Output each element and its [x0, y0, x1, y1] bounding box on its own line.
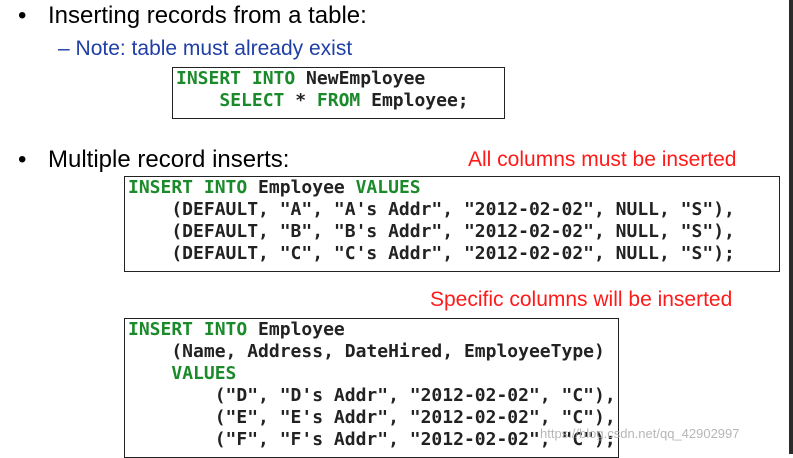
code-line: (DEFAULT, "B", "B's Addr", "2012-02-02",…: [128, 221, 779, 243]
code-line: VALUES: [128, 363, 618, 385]
sql-keyword: INSERT INTO: [128, 319, 248, 340]
code-text: ("E", "E's Addr", "2012-02-02", "C"),: [128, 407, 616, 428]
dash-marker: –: [58, 37, 70, 60]
code-text: ("D", "D's Addr", "2012-02-02", "C"),: [128, 385, 616, 406]
code-text: (DEFAULT, "B", "B's Addr", "2012-02-02",…: [128, 221, 735, 242]
code-text: Employee;: [360, 90, 469, 111]
code-line: (DEFAULT, "C", "C's Addr", "2012-02-02",…: [128, 243, 779, 265]
code-line: (Name, Address, DateHired, EmployeeType): [128, 341, 618, 363]
sql-keyword: INSERT INTO: [128, 177, 248, 198]
code-text: NewEmployee: [295, 68, 426, 89]
sql-keyword: SELECT: [219, 90, 285, 111]
sql-keyword: INSERT INTO: [176, 68, 296, 89]
bullet-multiple-inserts: • Multiple record inserts:: [18, 146, 289, 174]
bullet-marker: •: [18, 2, 27, 29]
bullet-inserting-from-table: • Inserting records from a table:: [18, 2, 367, 30]
code-line: ("D", "D's Addr", "2012-02-02", "C"),: [128, 385, 618, 407]
bullet-text: Inserting records from a table:: [48, 2, 367, 29]
slide-right-edge: [789, 0, 793, 454]
sub-note-table-exists: – Note: table must already exist: [58, 37, 352, 61]
sql-keyword: VALUES: [171, 363, 237, 384]
code-block-values-insert: INSERT INTO Employee VALUES (DEFAULT, "A…: [124, 176, 780, 272]
code-line: INSERT INTO Employee VALUES: [128, 177, 779, 199]
note-specific-columns-text: Specific columns will be inserted: [430, 288, 733, 311]
note-specific-columns: Specific columns will be inserted: [430, 288, 732, 312]
code-line: (DEFAULT, "A", "A's Addr", "2012-02-02",…: [128, 199, 779, 221]
sub-note-text: Note: table must already exist: [75, 37, 353, 60]
code-text: Employee: [247, 177, 356, 198]
note-all-columns: All columns must be inserted: [468, 148, 736, 172]
code-text: Employee: [247, 319, 345, 340]
code-line: INSERT INTO Employee: [128, 319, 618, 341]
sql-keyword: FROM: [316, 90, 361, 111]
code-block-select-insert: INSERT INTO NewEmployee SELECT * FROM Em…: [172, 67, 505, 119]
code-text: *: [284, 90, 317, 111]
code-text: (DEFAULT, "C", "C's Addr", "2012-02-02",…: [128, 243, 735, 264]
code-line: INSERT INTO NewEmployee: [176, 68, 504, 90]
watermark: https://blog.csdn.net/qq_42902997: [540, 426, 740, 441]
sql-keyword: VALUES: [355, 177, 421, 198]
code-text: (Name, Address, DateHired, EmployeeType): [128, 341, 605, 362]
note-all-columns-text: All columns must be inserted: [468, 148, 737, 171]
bullet-marker: •: [18, 146, 27, 173]
code-line: SELECT * FROM Employee;: [176, 90, 504, 112]
code-text: (DEFAULT, "A", "A's Addr", "2012-02-02",…: [128, 199, 735, 220]
bullet-text: Multiple record inserts:: [48, 146, 290, 173]
